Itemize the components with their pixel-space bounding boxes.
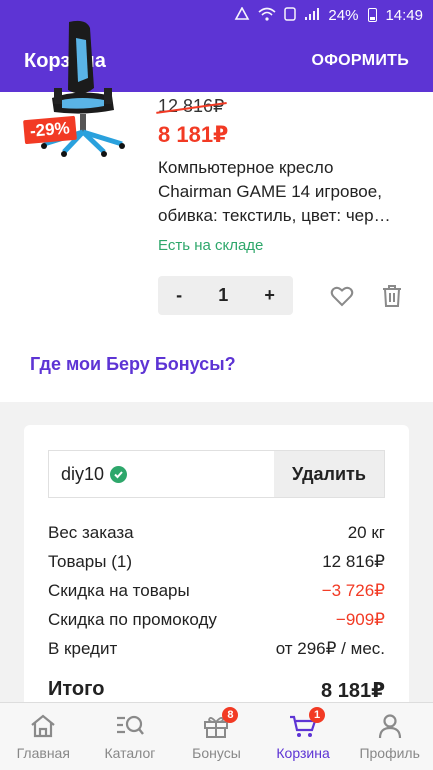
summary-row: В кредит от 296₽ / мес.: [48, 639, 385, 659]
summary-row-value: −909₽: [335, 610, 385, 629]
cart-icon: 1: [287, 707, 326, 741]
product-title-line: Chairman GAME 14 игровое,: [158, 182, 382, 201]
summary-row-label: Скидка по промокоду: [48, 610, 217, 629]
summary-row: Скидка на товары −3 726₽: [48, 581, 385, 601]
bonus-link[interactable]: Где мои Беру Бонусы?: [30, 354, 236, 375]
catalog-search-icon: [114, 711, 146, 741]
gift-icon: 8: [200, 707, 239, 741]
summary-row-value: от 296₽ / мес.: [275, 639, 385, 658]
total-label: Итого: [48, 678, 105, 700]
current-price: 8 181₽: [158, 122, 229, 147]
battery-icon: [368, 8, 378, 22]
decrease-quantity-button[interactable]: -: [176, 285, 182, 306]
bonus-count-badge: 8: [222, 707, 239, 723]
nav-label: Корзина: [276, 745, 330, 761]
sim-icon: [284, 6, 297, 24]
heart-icon[interactable]: [330, 284, 354, 308]
nav-label: Бонусы: [192, 745, 241, 761]
promo-code-input[interactable]: diy10: [49, 451, 274, 497]
nav-item-catalog[interactable]: Каталог: [87, 703, 174, 770]
summary-row: Вес заказа 20 кг: [48, 523, 385, 543]
nav-label: Каталог: [104, 745, 156, 761]
summary-row-value: −3 726₽: [321, 581, 385, 600]
product-title-line: обивка: текстиль, цвет: чер…: [158, 206, 391, 225]
summary-row: Скидка по промокоду −909₽: [48, 610, 385, 630]
total-row: Итого 8 181₽: [48, 678, 385, 703]
stock-status: Есть на складе: [158, 237, 264, 254]
product-title[interactable]: Компьютерное кресло Chairman GAME 14 игр…: [158, 156, 413, 228]
nav-label: Главная: [16, 745, 70, 761]
summary-row-label: В кредит: [48, 639, 118, 658]
home-icon: [27, 711, 59, 741]
nav-item-cart[interactable]: 1 Корзина: [260, 703, 347, 770]
summary-row-label: Вес заказа: [48, 523, 134, 542]
signal-icon: [304, 7, 320, 24]
discount-badge: -29%: [23, 115, 77, 145]
quantity-stepper: - 1 +: [158, 276, 293, 315]
wifi-icon: [258, 7, 276, 24]
nav-item-home[interactable]: Главная: [0, 703, 87, 770]
total-value: 8 181₽: [321, 680, 385, 702]
increase-quantity-button[interactable]: +: [264, 285, 275, 306]
summary-row-value: 20 кг: [347, 523, 385, 542]
product-title-line: Компьютерное кресло: [158, 158, 334, 177]
nav-label: Профиль: [359, 745, 420, 761]
clock: 14:49: [385, 6, 423, 24]
cart-count-badge: 1: [309, 707, 326, 723]
check-icon: [110, 465, 128, 483]
summary-row: Товары (1) 12 816₽: [48, 552, 385, 572]
promo-code-value: diy10: [61, 463, 105, 484]
bottom-navigation: Главная Каталог 8 Бонусы 1 Корзина Профи…: [0, 702, 433, 770]
summary-row-value: 12 816₽: [322, 552, 385, 571]
profile-icon: [374, 711, 406, 741]
recycle-icon: [234, 5, 250, 24]
battery-percent: 24%: [328, 6, 359, 24]
nav-item-profile[interactable]: Профиль: [346, 703, 433, 770]
checkout-button[interactable]: ОФОРМИТЬ: [311, 52, 409, 70]
remove-promo-button[interactable]: Удалить: [274, 451, 384, 497]
summary-row-label: Товары (1): [48, 552, 132, 571]
old-price: 12 816₽: [158, 96, 225, 116]
nav-item-bonuses[interactable]: 8 Бонусы: [173, 703, 260, 770]
promo-code-field: diy10 Удалить: [48, 450, 385, 498]
summary-row-label: Скидка на товары: [48, 581, 190, 600]
trash-icon[interactable]: [381, 284, 403, 308]
quantity-value: 1: [218, 285, 229, 305]
